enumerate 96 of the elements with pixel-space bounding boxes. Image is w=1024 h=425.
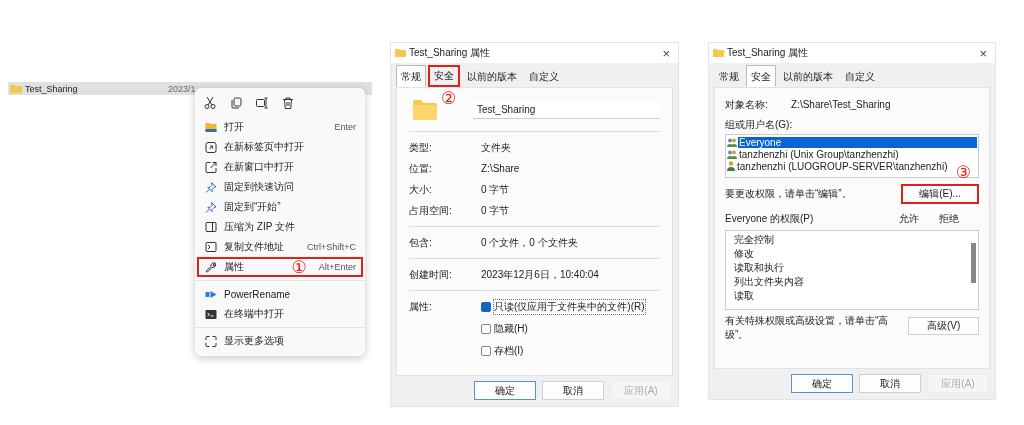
menu-item[interactable]: 在终端中打开 [197, 304, 363, 324]
step-marker: ① [291, 258, 307, 276]
folder-icon [413, 100, 437, 120]
wrench-icon [205, 261, 217, 273]
menu-item[interactable]: 固定到快速访问 [197, 177, 363, 197]
permission-name: 读取和执行 [734, 261, 785, 275]
menu-item[interactable]: 打开 Enter [197, 117, 363, 137]
shortcut-text: Enter [334, 122, 356, 132]
shortcut-text: Ctrl+Shift+C [306, 242, 356, 252]
advanced-hint: 有关特殊权限或高级设置，请单击“高级”。 [725, 314, 890, 342]
users-icon [727, 137, 737, 147]
arrow-icon [205, 289, 217, 299]
pin-icon [205, 181, 217, 193]
menu-item[interactable]: 在新标签页中打开 [197, 137, 363, 157]
edit-button[interactable]: 编辑(E)... [901, 184, 979, 204]
column-header: 允许 [899, 212, 920, 226]
property-label: 位置: [409, 161, 433, 176]
step-marker: ③ [955, 164, 971, 181]
step-marker: ② [441, 90, 457, 107]
menu-item[interactable]: 固定到“开始” [197, 197, 363, 217]
dialog-button[interactable]: 取消 [859, 374, 921, 393]
user-entry[interactable]: tanzhenzhi (LUOGROUP-SERVER\tanzhenzhi) [736, 160, 949, 172]
folder-icon [10, 84, 22, 93]
window-title: Test_Sharing 属性 [727, 46, 810, 60]
folder-icon [205, 122, 217, 132]
close-button[interactable]: × [979, 45, 987, 61]
user-entry[interactable]: Everyone [738, 136, 977, 148]
close-button[interactable]: × [662, 45, 670, 61]
checkbox[interactable] [481, 324, 491, 334]
permission-name: 完全控制 [734, 233, 775, 247]
user-entry[interactable]: tanzhenzhi (Unix Group\tanzhenzhi) [738, 148, 900, 160]
copy-icon[interactable] [230, 97, 242, 109]
property-label: 包含: [409, 235, 433, 250]
tab[interactable]: 以前的版本 [462, 67, 522, 87]
scrollbar-thumb[interactable] [971, 243, 976, 283]
checkbox-label: 存档(I) [494, 344, 524, 358]
menu-item[interactable]: 显示更多选项 [197, 331, 363, 351]
file-name: Test_Sharing [25, 83, 79, 94]
name-field[interactable]: Test_Sharing [473, 101, 660, 119]
trash-icon[interactable] [282, 97, 294, 109]
rename-icon[interactable] [256, 97, 268, 109]
property-label: 大小: [409, 182, 433, 197]
permission-name: 读取 [734, 289, 755, 303]
property-value: 文件夹 [481, 140, 511, 155]
tab[interactable]: 自定义 [840, 67, 880, 87]
dialog-button[interactable]: 取消 [542, 381, 604, 400]
window-title: Test_Sharing 属性 [409, 46, 492, 60]
dialog-button[interactable]: 确定 [791, 374, 853, 393]
tab[interactable]: 自定义 [524, 67, 564, 87]
property-value: 0 字节 [481, 203, 510, 218]
shortcut-text: Alt+Enter [318, 262, 356, 272]
users-icon [727, 149, 737, 159]
menu-item[interactable]: 属性 ① Alt+Enter [197, 257, 363, 277]
menu-item[interactable]: PowerRename [197, 284, 363, 304]
window-icon [205, 161, 217, 173]
property-label: 创建时间: [409, 267, 453, 282]
folder-icon [395, 49, 406, 57]
user-icon [727, 161, 735, 171]
tab[interactable]: 安全 [746, 65, 776, 87]
checkbox-label: 隐藏(H) [494, 322, 528, 336]
checkbox-label: 只读(仅应用于文件夹中的文件)(R) [494, 300, 645, 314]
menu-item[interactable]: 压缩为 ZIP 文件 [197, 217, 363, 237]
property-label: 类型: [409, 140, 433, 155]
folder-icon [713, 49, 724, 57]
checkbox[interactable] [481, 346, 491, 356]
object-label: 对象名称: [725, 97, 769, 112]
tab[interactable]: 以前的版本 [778, 67, 838, 87]
property-value: 2023年12月6日，10:40:04 [481, 267, 599, 282]
pin-icon [205, 201, 217, 213]
users-label: 组或用户名(G): [725, 118, 794, 132]
column-header: 拒绝 [939, 212, 960, 226]
property-value: 0 字节 [481, 182, 510, 197]
permissions-label: Everyone 的权限(P) [725, 212, 815, 226]
checkbox[interactable] [481, 302, 491, 312]
tab[interactable]: 常规 [714, 67, 744, 87]
archive-icon [205, 222, 217, 232]
edit-hint: 要更改权限，请单击“编辑”。 [725, 187, 852, 201]
menu-item[interactable]: 复制文件地址 Ctrl+Shift+C [197, 237, 363, 257]
expand-icon [205, 335, 217, 347]
file-date: 2023/1 [168, 83, 196, 94]
advanced-button[interactable]: 高级(V) [908, 317, 979, 335]
property-value: 0 个文件，0 个文件夹 [481, 235, 578, 250]
property-value: Z:\Share [481, 163, 520, 174]
tab[interactable]: 常规 [396, 65, 426, 87]
property-label: 属性: [409, 300, 433, 314]
object-path: Z:\Share\Test_Sharing [791, 99, 891, 110]
tab-icon [205, 141, 217, 153]
tab[interactable]: 安全 [428, 65, 460, 87]
scissors-icon[interactable] [204, 97, 216, 109]
menu-item[interactable]: 在新窗口中打开 [197, 157, 363, 177]
permission-name: 修改 [734, 247, 755, 261]
terminal-icon [205, 309, 217, 319]
dialog-button[interactable]: 确定 [474, 381, 536, 400]
property-label: 占用空间: [409, 203, 453, 218]
permission-name: 列出文件夹内容 [734, 275, 805, 289]
path-icon [205, 242, 217, 252]
